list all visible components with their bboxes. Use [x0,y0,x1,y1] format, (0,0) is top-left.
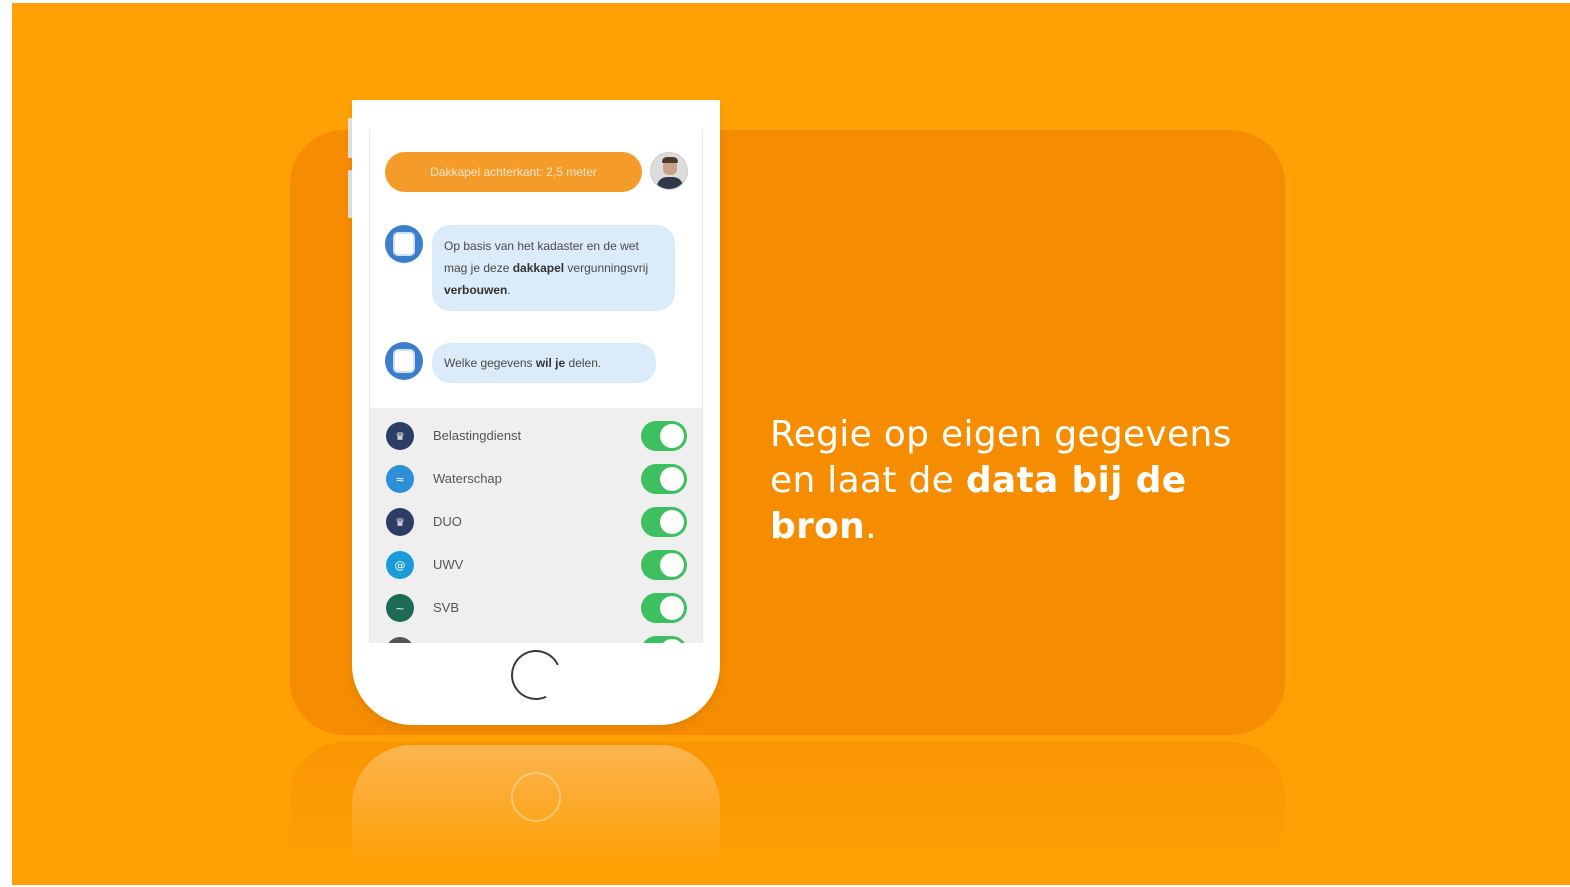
uwv-swirl-icon: @ [386,551,414,579]
crown-seal-icon: ♛ [386,422,414,450]
phone-mockup: Dakkapel achterkant: 2,5 meter Op basis … [352,100,720,725]
org-label: DUO [433,514,462,529]
svb-logo-icon: ~ [386,594,414,622]
phone-screen: Dakkapel achterkant: 2,5 meter Op basis … [369,130,703,643]
list-item: ♛ Belastingdienst [370,416,702,456]
org-label: UWV [433,557,464,572]
list-item: ≈ Waterschap [370,459,702,499]
headline-line-1: Regie op eigen gegevens [770,414,1232,455]
list-item-partial [370,631,702,643]
bot-message-bold: dakkapel [512,261,565,275]
frame-edge-top [0,0,1570,3]
share-toggle-waterschap[interactable] [641,464,687,494]
share-toggle-partial[interactable] [641,636,687,643]
headline-line-2: en laat de data bij de bron. [770,458,1280,550]
org-label: SVB [433,600,460,615]
org-label: Waterschap [433,471,502,486]
user-message-bubble: Dakkapel achterkant: 2,5 meter [385,152,642,192]
list-item: ♛ DUO [370,502,702,542]
bot-message-bold: verbouwen [444,283,508,297]
data-sharing-list: ♛ Belastingdienst ≈ Waterschap ♛ DUO @ U… [370,408,702,643]
bot-avatar-icon [385,225,423,263]
water-wave-icon: ≈ [386,465,414,493]
headline-text: en laat de [770,460,966,501]
org-label: Belastingdienst [433,428,522,443]
bot-message-text: . [507,283,511,297]
home-button-reflection [511,772,561,822]
bot-message-bold: wil je [535,356,566,370]
share-toggle-belastingdienst[interactable] [641,421,687,451]
share-toggle-duo[interactable] [641,507,687,537]
bot-question-bubble: Welke gegevens wil je delen. [432,343,656,383]
share-toggle-svb[interactable] [641,593,687,623]
user-avatar [650,152,688,190]
bot-message-text: vergunningsvrij [564,261,649,275]
frame-edge-left [0,0,12,887]
list-item: @ UWV [370,545,702,585]
bot-message-bubble: Op basis van het kadaster en de wet mag … [432,225,675,311]
home-button[interactable] [503,642,569,708]
bot-avatar-icon [385,342,423,380]
crown-seal-icon: ♛ [386,508,414,536]
headline-text: . [865,506,877,547]
headline: Regie op eigen gegevens en laat de data … [770,412,1280,550]
share-toggle-uwv[interactable] [641,550,687,580]
bot-message-text: delen. [565,356,602,370]
org-icon [386,637,414,643]
bot-message-text: Welke gegevens [444,356,536,370]
list-item: ~ SVB [370,588,702,628]
